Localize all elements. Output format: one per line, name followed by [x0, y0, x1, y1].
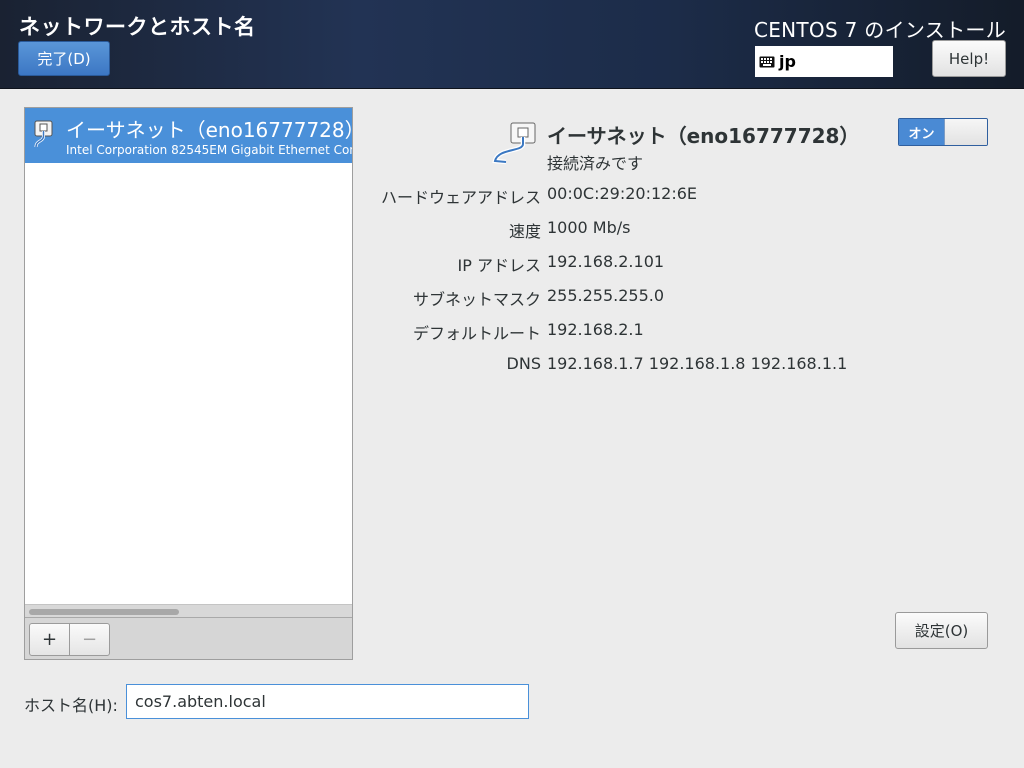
help-button[interactable]: Help!	[932, 40, 1006, 77]
device-toggle-switch[interactable]: オン	[898, 118, 988, 146]
property-speed: 速度 1000 Mb/s	[360, 218, 1000, 241]
property-ip-address: IP アドレス 192.168.2.101	[360, 252, 1000, 275]
device-list-toolbar: + −	[25, 617, 352, 659]
property-label: ハードウェアアドレス	[380, 188, 541, 207]
property-label: サブネットマスク	[412, 290, 541, 309]
keyboard-layout-indicator[interactable]: jp	[755, 46, 893, 77]
hostname-label: ホスト名(H):	[24, 696, 118, 715]
property-value: 00:0C:29:20:12:6E	[547, 184, 698, 203]
property-subnet-mask: サブネットマスク 255.255.255.0	[360, 286, 1000, 309]
property-value: 1000 Mb/s	[547, 218, 631, 237]
property-value: 255.255.255.0	[547, 286, 665, 305]
network-wired-icon	[34, 120, 53, 148]
remove-device-button[interactable]: −	[69, 623, 110, 656]
property-dns: DNS 192.168.1.7 192.168.1.8 192.168.1.1	[360, 354, 1000, 376]
property-default-route: デフォルトルート 192.168.2.1	[360, 320, 1000, 343]
property-value: 192.168.2.1	[547, 320, 644, 339]
install-title: CENTOS 7 のインストール	[753, 18, 1006, 42]
settings-button[interactable]: 設定(O)	[895, 612, 988, 649]
device-list-item[interactable]: イーサネット（eno16777728） Intel Corporation 82…	[25, 108, 352, 163]
property-value: 192.168.2.101	[547, 252, 665, 271]
toggle-on-label: オン	[899, 119, 944, 145]
network-wired-icon	[492, 122, 536, 165]
hostname-input[interactable]	[126, 684, 529, 719]
done-button[interactable]: 完了(D)	[18, 41, 110, 76]
property-label: デフォルトルート	[412, 324, 541, 343]
device-list: イーサネット（eno16777728） Intel Corporation 82…	[24, 107, 353, 660]
property-label: DNS	[506, 354, 541, 373]
keyboard-layout-label: jp	[779, 52, 796, 71]
device-list-item-name: イーサネット（eno16777728）	[66, 118, 352, 142]
keyboard-icon	[759, 56, 775, 67]
property-hardware-address: ハードウェアアドレス 00:0C:29:20:12:6E	[360, 184, 1000, 207]
connection-status: 接続済みです	[547, 154, 644, 173]
scrollbar-thumb[interactable]	[29, 609, 179, 615]
add-device-button[interactable]: +	[29, 623, 70, 656]
page-title: ネットワークとホスト名	[19, 15, 256, 39]
toggle-knob[interactable]	[944, 119, 987, 145]
property-label: IP アドレス	[457, 256, 541, 275]
property-label: 速度	[508, 222, 541, 241]
device-name: イーサネット（eno16777728）	[547, 124, 860, 148]
header-bar: ネットワークとホスト名 完了(D) CENTOS 7 のインストール jp He…	[0, 0, 1024, 89]
property-value: 192.168.1.7 192.168.1.8 192.168.1.1	[547, 354, 848, 373]
device-list-item-description: Intel Corporation 82545EM Gigabit Ethern…	[66, 143, 352, 157]
horizontal-scrollbar[interactable]	[25, 604, 352, 618]
